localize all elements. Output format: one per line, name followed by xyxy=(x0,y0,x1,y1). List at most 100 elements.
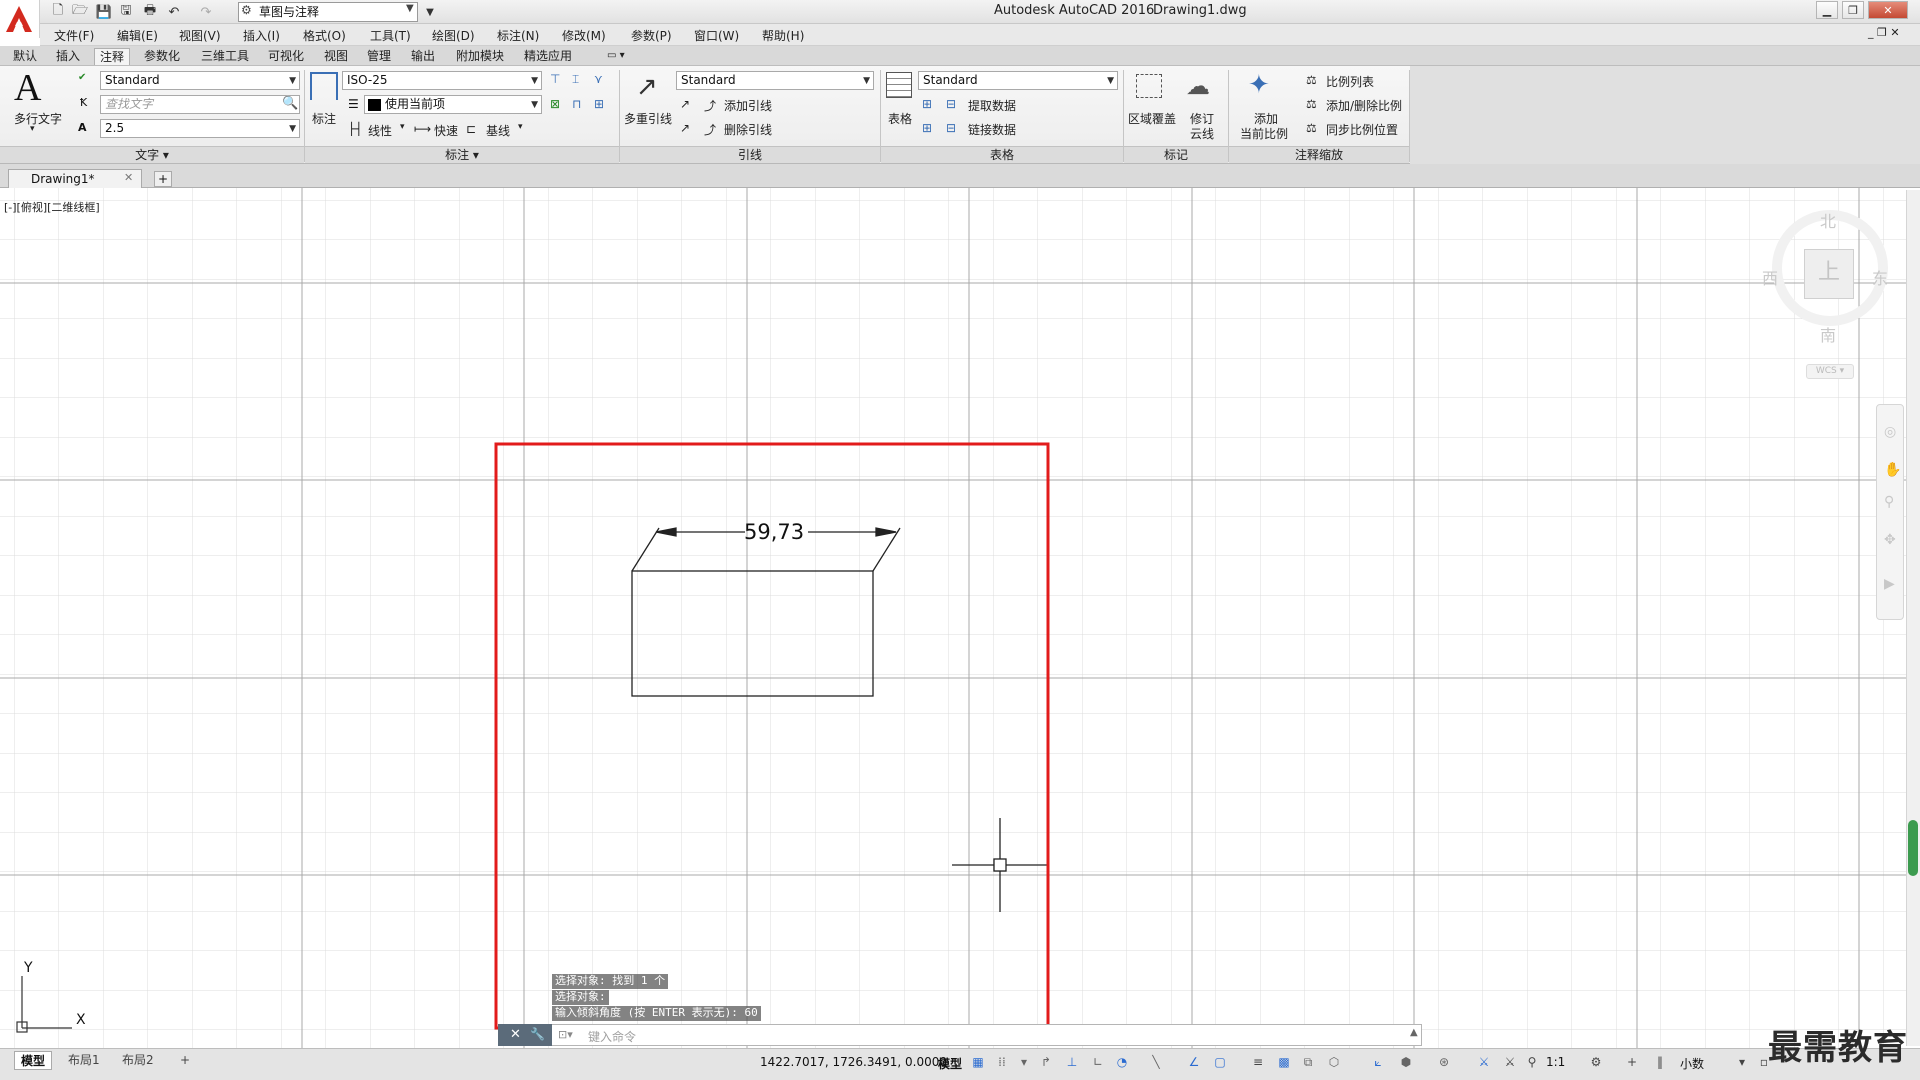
menu-tools[interactable]: 工具(T) xyxy=(370,27,411,44)
align-leader-icon[interactable]: ↗ xyxy=(680,121,690,135)
viewcube-south[interactable]: 南 xyxy=(1820,322,1836,346)
viewcube-west[interactable]: 西 xyxy=(1762,265,1778,289)
ortho-icon[interactable]: ∟ xyxy=(1090,1054,1106,1070)
document-tab-drawing1[interactable]: Drawing1* xyxy=(8,169,142,188)
text-height-dropdown[interactable]: 2.5 ▼ xyxy=(100,119,300,138)
tab-featured-apps[interactable]: 精选应用 xyxy=(519,48,577,65)
tab-3d-tools[interactable]: 三维工具 xyxy=(196,48,254,65)
menu-insert[interactable]: 插入(I) xyxy=(243,27,280,44)
transparency-icon[interactable]: ▩ xyxy=(1276,1054,1292,1070)
close-icon[interactable]: ✕ xyxy=(510,1027,521,1042)
showmotion-icon[interactable]: ▶ xyxy=(1884,576,1895,592)
tab-visualize[interactable]: 可视化 xyxy=(263,48,309,65)
annotation-monitor-icon[interactable]: + xyxy=(1624,1054,1640,1070)
panel-title-leader[interactable]: 引线 xyxy=(620,146,880,163)
isolate-objects-icon[interactable]: ‖ xyxy=(1652,1054,1668,1070)
close-icon[interactable]: ✕ xyxy=(124,171,133,184)
dim-style-dropdown[interactable]: ISO-25 ▼ xyxy=(342,71,542,90)
scrollbar-thumb[interactable] xyxy=(1908,820,1918,876)
lineweight-icon[interactable]: ≡ xyxy=(1250,1054,1266,1070)
tab-manage[interactable]: 管理 xyxy=(362,48,396,65)
new-file-icon[interactable]: 🗋 xyxy=(48,3,68,21)
viewcube-top-face[interactable]: 上 xyxy=(1804,249,1854,299)
menu-modify[interactable]: 修改(M) xyxy=(562,27,606,44)
mtext-icon[interactable]: A xyxy=(14,68,41,108)
tab-layout2[interactable]: 布局2 xyxy=(116,1051,160,1070)
scale-list-icon[interactable]: ⚖ xyxy=(1306,73,1317,87)
extract-data-icon[interactable]: ⊞ xyxy=(922,97,932,111)
redo-icon[interactable]: ↷ xyxy=(196,3,216,21)
link-data-icon[interactable]: ⊞ xyxy=(922,121,932,135)
application-menu-button[interactable] xyxy=(0,0,40,38)
multileader-button[interactable]: 多重引线 xyxy=(624,110,672,127)
isodraft-icon[interactable]: ╲ xyxy=(1148,1054,1164,1070)
add-remove-scale-button[interactable]: 添加/删除比例 xyxy=(1326,97,1402,114)
dim-layer-dropdown[interactable]: 使用当前项 ▼ xyxy=(364,95,542,114)
polar-tracking-icon[interactable]: ◔ xyxy=(1114,1054,1130,1070)
menu-edit[interactable]: 编辑(E) xyxy=(117,27,158,44)
auto-scale-icon[interactable]: ⚔ xyxy=(1502,1054,1518,1070)
save-as-icon[interactable]: 🖫 xyxy=(116,3,136,21)
qat-customize-icon[interactable]: ▼ xyxy=(420,3,440,21)
quick-dim-button[interactable]: 快速 xyxy=(434,122,458,139)
menu-view[interactable]: 视图(V) xyxy=(179,27,221,44)
table-icon[interactable] xyxy=(886,72,912,98)
add-layout-button[interactable]: + xyxy=(174,1051,196,1070)
dimension-text[interactable]: 59,73 xyxy=(744,520,804,544)
menu-draw[interactable]: 绘图(D) xyxy=(432,27,475,44)
add-remove-scale-icon[interactable]: ⚖ xyxy=(1306,97,1317,111)
revcloud-icon[interactable]: ☁ xyxy=(1186,72,1210,100)
annotation-scale-icon[interactable]: ⚲ xyxy=(1524,1054,1540,1070)
grid-icon[interactable]: ▦ xyxy=(970,1054,986,1070)
dynamic-input-icon[interactable]: ⊥ xyxy=(1064,1054,1080,1070)
table-style-dropdown[interactable]: Standard ▼ xyxy=(918,71,1118,90)
dimension-icon[interactable] xyxy=(310,72,338,100)
menu-dimension[interactable]: 标注(N) xyxy=(497,27,539,44)
tab-layout1[interactable]: 布局1 xyxy=(62,1051,106,1070)
command-input[interactable]: 键入命令 xyxy=(588,1028,636,1045)
link-data-button[interactable]: 链接数据 xyxy=(968,121,1016,138)
tab-annotate[interactable]: 注释 xyxy=(94,48,131,65)
selection-cycling-icon[interactable]: ⧉ xyxy=(1300,1054,1316,1070)
mtext-button[interactable]: 多行文字 xyxy=(14,110,62,127)
viewcube-north[interactable]: 北 xyxy=(1820,208,1836,232)
extract-data-button[interactable]: 提取数据 xyxy=(968,97,1016,114)
scale-list-button[interactable]: 比例列表 xyxy=(1326,73,1374,90)
drawing-canvas[interactable] xyxy=(0,188,1920,1048)
open-file-icon[interactable]: 🗁 xyxy=(70,3,90,21)
snap-icon[interactable]: ⁞⁞ xyxy=(994,1054,1010,1070)
menu-file[interactable]: 文件(F) xyxy=(54,27,94,44)
panel-title-dimension[interactable]: 标注 ▾ xyxy=(305,146,619,163)
new-tab-button[interactable]: + xyxy=(154,171,172,187)
dim-tool-icon-3[interactable]: ⋎ xyxy=(594,72,603,86)
panel-title-annotation-scaling[interactable]: 注释缩放 xyxy=(1229,146,1409,163)
tab-output[interactable]: 输出 xyxy=(406,48,440,65)
table-button[interactable]: 表格 xyxy=(888,110,912,127)
selection-filter-icon[interactable]: ⬢ xyxy=(1398,1054,1414,1070)
annotation-visibility-icon[interactable]: ⚔ xyxy=(1476,1054,1492,1070)
leader-style-dropdown[interactable]: Standard ▼ xyxy=(676,71,874,90)
model-space-button[interactable]: 模型 xyxy=(938,1055,962,1072)
object-snap-tracking-icon[interactable]: ∠ xyxy=(1186,1054,1202,1070)
quick-dim-icon[interactable]: ⟼ xyxy=(414,122,431,136)
tab-view[interactable]: 视图 xyxy=(319,48,353,65)
chevron-down-icon[interactable]: ▾ xyxy=(1016,1054,1032,1070)
add-leader-button[interactable]: 添加引线 xyxy=(724,97,772,114)
menu-help[interactable]: 帮助(H) xyxy=(762,27,804,44)
panel-title-table[interactable]: 表格 xyxy=(881,146,1123,163)
viewport-controls[interactable]: [-][俯视][二维线框] xyxy=(4,199,100,215)
workspace-switch-icon[interactable]: ⚙ xyxy=(1588,1054,1604,1070)
wrench-icon[interactable]: 🔧 xyxy=(530,1027,545,1041)
doc-window-controls[interactable]: _ ❐ ✕ xyxy=(1868,26,1900,39)
ribbon-minimize-icon[interactable]: ▭ ▾ xyxy=(602,48,630,65)
tab-insert[interactable]: 插入 xyxy=(51,48,85,65)
save-icon[interactable]: 💾 xyxy=(94,3,114,21)
search-icon[interactable]: 🔍 xyxy=(282,96,298,111)
units-value[interactable]: 小数 xyxy=(1680,1055,1704,1072)
infer-constraints-icon[interactable]: ↱ xyxy=(1038,1054,1054,1070)
dim-tool-icon-2[interactable]: ⌶ xyxy=(572,72,579,87)
annotation-scale-value[interactable]: 1:1 xyxy=(1546,1055,1565,1069)
vertical-scrollbar[interactable] xyxy=(1906,190,1920,1046)
linear-dim-button[interactable]: 线性 xyxy=(368,122,392,139)
add-current-scale-label-2[interactable]: 当前比例 xyxy=(1240,125,1288,142)
